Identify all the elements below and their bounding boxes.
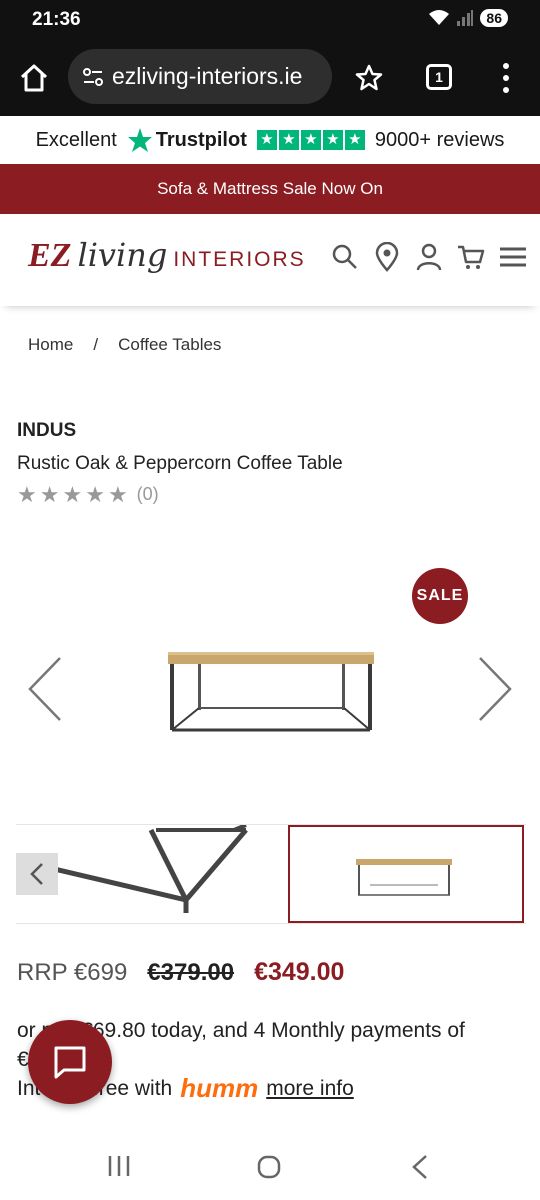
promo-banner-text: Sofa & Mattress Sale Now On [157, 179, 383, 198]
humm-logo: humm [180, 1073, 259, 1103]
gallery-prev-icon[interactable] [24, 654, 64, 724]
trustpilot-star-icon [127, 128, 152, 152]
star-icon: ★ [322, 130, 343, 150]
url-text: ezliving-interiors.ie [112, 63, 303, 89]
signal-icon [457, 10, 474, 26]
recent-apps-icon[interactable] [106, 1154, 132, 1178]
overflow-menu-icon[interactable] [498, 61, 514, 95]
breadcrumb-home[interactable]: Home [28, 335, 73, 355]
star-icon: ★ [256, 130, 277, 150]
trustpilot-logo: Trustpilot [127, 127, 247, 153]
home-icon[interactable] [18, 62, 50, 94]
empty-star-icon: ★ [17, 481, 37, 507]
site-settings-icon[interactable] [80, 64, 106, 90]
search-icon[interactable] [330, 242, 360, 272]
thumbnail-image[interactable] [46, 825, 286, 923]
browser-toolbar: ezliving-interiors.ie 1 [0, 40, 540, 116]
wifi-icon [429, 10, 450, 25]
review-count: (0) [136, 484, 159, 504]
product-main-image[interactable] [164, 646, 378, 736]
product-rating[interactable]: ★ ★ ★ ★ ★ (0) [17, 481, 159, 507]
cart-icon[interactable] [456, 242, 486, 272]
sale-badge: SALE [412, 568, 468, 624]
site-logo[interactable]: EZ living INTERIORS [28, 236, 306, 286]
trustpilot-reviews: 9000+ reviews [374, 128, 505, 151]
back-nav-icon[interactable] [410, 1154, 430, 1180]
product-name: Rustic Oak & Peppercorn Coffee Table [17, 453, 343, 474]
status-bar: 21:36 86 [0, 0, 540, 40]
site-header: EZ living INTERIORS [0, 214, 540, 306]
trustpilot-brand: Trustpilot [155, 128, 247, 151]
breadcrumb-separator: / [93, 335, 99, 354]
chevron-left-icon [30, 863, 43, 885]
more-info-link[interactable]: more info [266, 1074, 354, 1103]
thumbnail-selected[interactable] [288, 825, 524, 923]
system-nav-bar [0, 1132, 540, 1200]
star-icon: ★ [300, 130, 321, 150]
hamburger-menu-icon[interactable] [498, 242, 528, 272]
breadcrumb: Home / Coffee Tables [28, 335, 221, 355]
tab-switcher-button[interactable]: 1 [426, 64, 452, 90]
trustpilot-rating-word: Excellent [35, 128, 117, 151]
thumbnail-strip [16, 824, 526, 924]
was-price: €379.00 [147, 959, 235, 986]
trustpilot-stars: ★ ★ ★ ★ ★ [256, 130, 365, 150]
chat-button[interactable] [28, 1020, 112, 1104]
logo-ez: EZ [28, 237, 72, 274]
battery-icon: 86 [480, 9, 508, 27]
sale-price: €349.00 [254, 958, 345, 986]
home-nav-icon[interactable] [256, 1154, 282, 1180]
account-icon[interactable] [414, 242, 444, 272]
empty-star-icon: ★ [85, 481, 105, 507]
status-time: 21:36 [32, 9, 81, 30]
star-icon: ★ [278, 130, 299, 150]
status-icons: 86 [428, 9, 508, 27]
product-brand: INDUS [17, 420, 77, 441]
chat-bubble-icon [54, 1046, 86, 1079]
breadcrumb-current[interactable]: Coffee Tables [118, 335, 221, 355]
gallery-next-icon[interactable] [476, 654, 516, 724]
rrp-price: RRP €699 [17, 959, 128, 986]
empty-star-icon: ★ [62, 481, 83, 507]
logo-interiors: INTERIORS [173, 248, 306, 271]
promo-banner[interactable]: Sofa & Mattress Sale Now On [0, 164, 540, 214]
header-icons [330, 242, 528, 272]
url-bar[interactable]: ezliving-interiors.ie [68, 49, 332, 104]
logo-living: living [77, 236, 168, 274]
price-block: RRP €699 €379.00 €349.00 [17, 958, 344, 987]
empty-star-icon: ★ [39, 481, 60, 507]
store-locator-icon[interactable] [372, 242, 402, 272]
empty-star-icon: ★ [107, 481, 128, 507]
star-icon: ★ [344, 130, 365, 150]
thumbnail-prev-button[interactable] [16, 853, 58, 895]
trustpilot-bar[interactable]: Excellent Trustpilot ★ ★ ★ ★ ★ 9000+ rev… [0, 116, 540, 164]
bookmark-star-icon[interactable] [354, 63, 384, 93]
thumbnail-image [356, 859, 452, 896]
